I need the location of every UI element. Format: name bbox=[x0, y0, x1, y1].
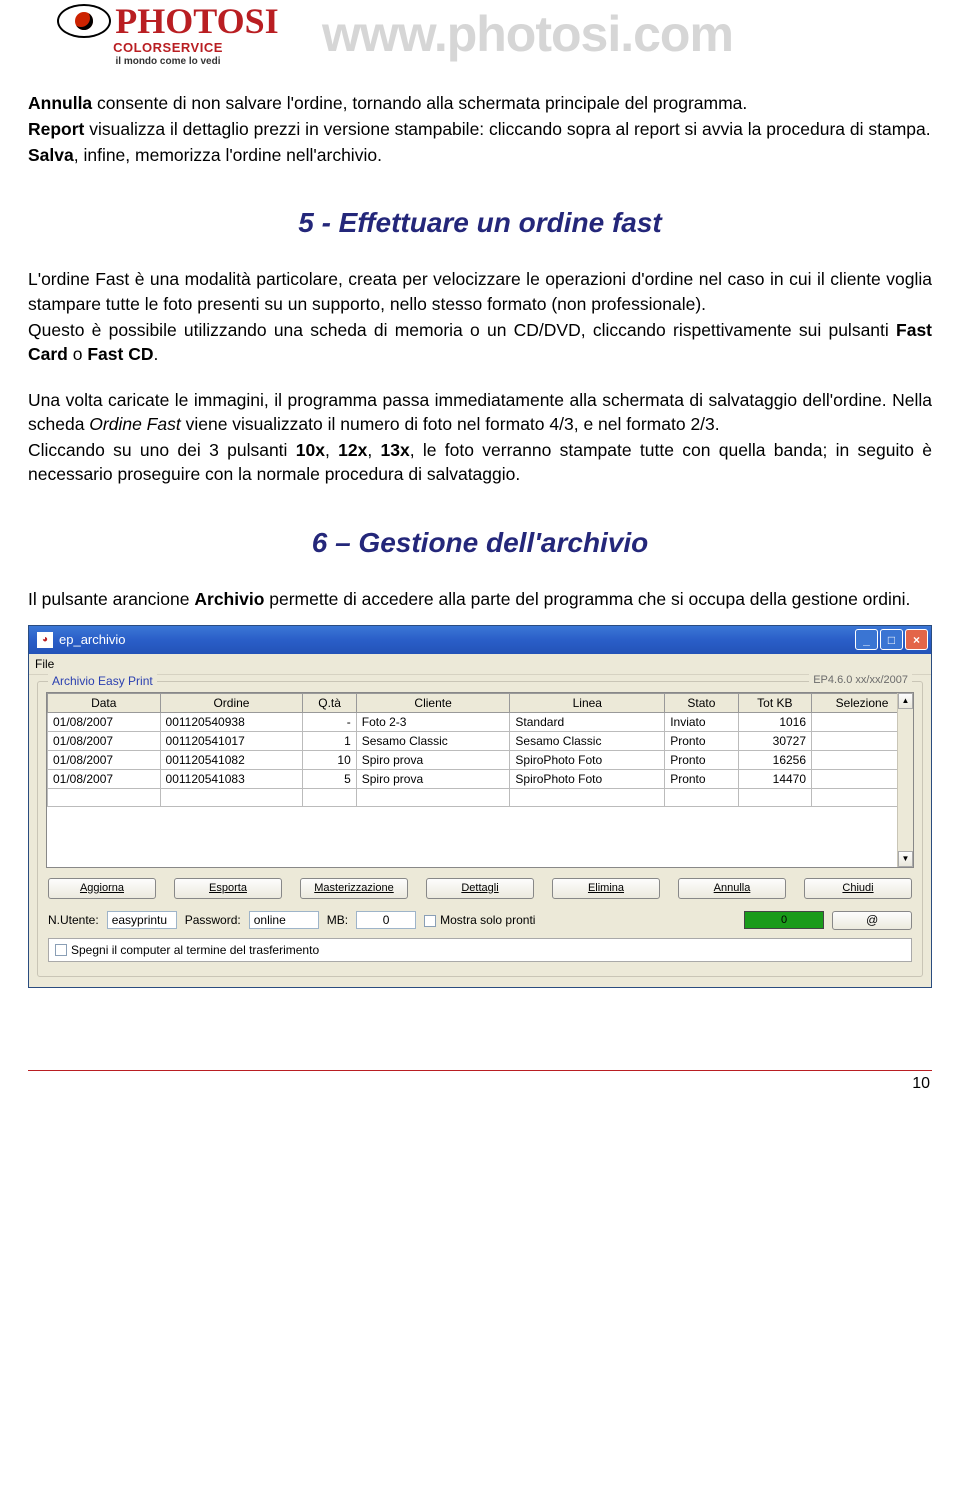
col-totkb[interactable]: Tot KB bbox=[738, 693, 811, 712]
menu-bar: File bbox=[29, 654, 931, 675]
sec5-p4: Cliccando su uno dei 3 pulsanti 10x, 12x… bbox=[28, 438, 932, 486]
status-row: N.Utente: easyprintu Password: online MB… bbox=[46, 907, 914, 936]
table-row[interactable]: 01/08/20070011205410835Spiro provaSpiroP… bbox=[48, 769, 913, 788]
page-header: PHOTOSI COLORSERVICE il mondo come lo ve… bbox=[28, 0, 932, 67]
intro-report: Report visualizza il dettaglio prezzi in… bbox=[28, 117, 932, 141]
scrollbar[interactable]: ▲ ▼ bbox=[897, 693, 913, 867]
label-nutente: N.Utente: bbox=[48, 913, 99, 927]
minimize-button[interactable]: _ bbox=[855, 629, 878, 650]
orders-table[interactable]: Data Ordine Q.tà Cliente Linea Stato Tot… bbox=[46, 692, 914, 868]
col-linea[interactable]: Linea bbox=[510, 693, 665, 712]
label-shutdown: Spegni il computer al termine del trasfe… bbox=[71, 943, 319, 957]
shutdown-row[interactable]: Spegni il computer al termine del trasfe… bbox=[48, 938, 912, 962]
btn-at[interactable]: @ bbox=[832, 911, 912, 930]
label-mb: MB: bbox=[327, 913, 348, 927]
table-row[interactable]: 01/08/200700112054108210Spiro provaSpiro… bbox=[48, 750, 913, 769]
label-password: Password: bbox=[185, 913, 241, 927]
btn-masterizzazione[interactable]: Masterizzazione bbox=[300, 878, 408, 899]
table-row[interactable]: 01/08/20070011205410171Sesamo ClassicSes… bbox=[48, 731, 913, 750]
intro-annulla: Annulla consente di non salvare l'ordine… bbox=[28, 91, 932, 115]
scroll-up-icon[interactable]: ▲ bbox=[898, 693, 913, 709]
btn-dettagli[interactable]: Dettagli bbox=[426, 878, 534, 899]
table-row[interactable]: 01/08/2007001120540938-Foto 2-3StandardI… bbox=[48, 712, 913, 731]
sec6-p1: Il pulsante arancione Archivio permette … bbox=[28, 587, 932, 611]
groupbox-title: Archivio Easy Print bbox=[48, 674, 157, 688]
btn-chiudi[interactable]: Chiudi bbox=[804, 878, 912, 899]
button-row: Aggiorna Esporta Masterizzazione Dettagl… bbox=[46, 878, 914, 899]
btn-esporta[interactable]: Esporta bbox=[174, 878, 282, 899]
titlebar: ◕ ep_archivio _ □ × bbox=[29, 626, 931, 654]
archive-groupbox: Archivio Easy Print EP4.6.0 xx/xx/2007 D… bbox=[37, 681, 923, 977]
col-cliente[interactable]: Cliente bbox=[356, 693, 510, 712]
eye-icon bbox=[57, 4, 111, 38]
col-data[interactable]: Data bbox=[48, 693, 161, 712]
heading-6: 6 – Gestione dell'archivio bbox=[28, 527, 932, 559]
brand-name: PHOTOSI bbox=[115, 0, 278, 42]
col-ordine[interactable]: Ordine bbox=[160, 693, 303, 712]
brand-tagline: il mondo come lo vedi bbox=[115, 56, 220, 67]
archive-window: ◕ ep_archivio _ □ × File Archivio Easy P… bbox=[28, 625, 932, 988]
chk-mostra-pronti[interactable]: Mostra solo pronti bbox=[424, 913, 535, 927]
btn-aggiorna[interactable]: Aggiorna bbox=[48, 878, 156, 899]
chk-shutdown[interactable] bbox=[55, 944, 67, 956]
header-url: www.photosi.com bbox=[322, 5, 733, 63]
app-icon: ◕ bbox=[37, 632, 53, 648]
status-led: 0 bbox=[744, 911, 824, 929]
logo: PHOTOSI COLORSERVICE il mondo come lo ve… bbox=[28, 0, 308, 67]
menu-file[interactable]: File bbox=[35, 657, 54, 671]
version-label: EP4.6.0 xx/xx/2007 bbox=[809, 674, 912, 686]
close-button[interactable]: × bbox=[905, 629, 928, 650]
page-number: 10 bbox=[28, 1071, 932, 1093]
col-stato[interactable]: Stato bbox=[665, 693, 738, 712]
intro-salva: Salva, infine, memorizza l'ordine nell'a… bbox=[28, 143, 932, 167]
sec5-p3: Una volta caricate le immagini, il progr… bbox=[28, 388, 932, 436]
scroll-down-icon[interactable]: ▼ bbox=[898, 851, 913, 867]
window-title: ep_archivio bbox=[59, 632, 853, 647]
brand-sub: COLORSERVICE bbox=[113, 40, 223, 55]
btn-annulla[interactable]: Annulla bbox=[678, 878, 786, 899]
sec5-p1: L'ordine Fast è una modalità particolare… bbox=[28, 267, 932, 315]
table-row bbox=[48, 788, 913, 806]
field-mb[interactable]: 0 bbox=[356, 911, 416, 929]
col-qta[interactable]: Q.tà bbox=[303, 693, 356, 712]
btn-elimina[interactable]: Elimina bbox=[552, 878, 660, 899]
heading-5: 5 - Effettuare un ordine fast bbox=[28, 207, 932, 239]
field-password[interactable]: online bbox=[249, 911, 319, 929]
sec5-p2: Questo è possibile utilizzando una sched… bbox=[28, 318, 932, 366]
maximize-button[interactable]: □ bbox=[880, 629, 903, 650]
field-nutente[interactable]: easyprintu bbox=[107, 911, 177, 929]
